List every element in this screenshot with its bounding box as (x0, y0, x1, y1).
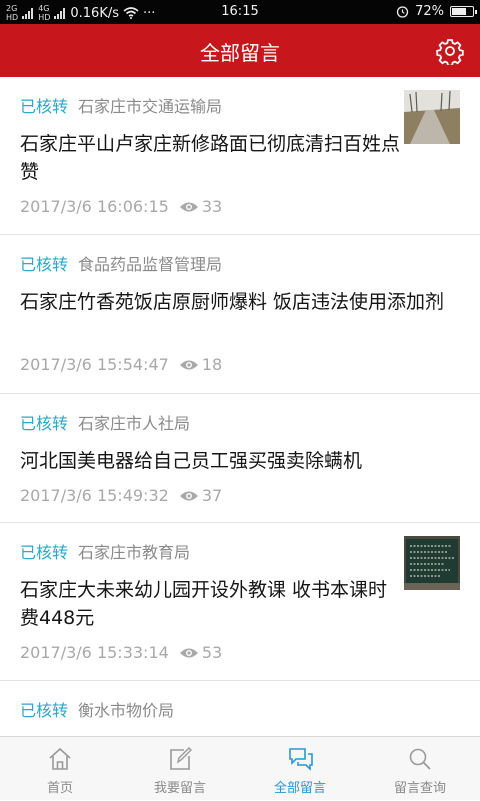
message-item[interactable]: 已核转 石家庄市交通运输局 石家庄平山卢家庄新修路面已彻底清扫百姓点赞 2017/… (0, 77, 480, 235)
message-title: 石家庄竹香苑饭店原厨师爆料 饭店违法使用添加剂 (20, 291, 445, 313)
view-count: 18 (179, 355, 222, 374)
message-footer: 2017/3/6 15:33:14 53 (20, 643, 222, 662)
message-meta: 已核转 衡水市物价局 (20, 697, 174, 721)
tab-label: 留言查询 (393, 781, 446, 796)
tab-home[interactable]: 首页 (0, 737, 120, 801)
bottom-tab-bar: 首页 我要留言 全部留言 留言查询 (0, 736, 480, 800)
home-icon (49, 747, 71, 770)
battery-icon (450, 6, 477, 17)
battery-percent: 72% (415, 4, 444, 19)
message-footer: 2017/3/6 15:54:47 18 (20, 355, 222, 374)
tab-all-messages[interactable]: 全部留言 (240, 737, 360, 801)
view-count-value: 37 (201, 486, 223, 505)
department-label: 食品药品监督管理局 (78, 255, 223, 274)
title-bar: 全部留言 (0, 24, 480, 77)
search-icon (409, 748, 431, 770)
message-time: 2017/3/6 15:33:14 (20, 643, 169, 662)
eye-icon (179, 202, 198, 211)
tab-compose[interactable]: 我要留言 (120, 737, 240, 801)
department-label: 石家庄市交通运输局 (78, 97, 223, 116)
battery-level (452, 8, 466, 15)
message-time: 2017/3/6 16:06:15 (20, 197, 169, 216)
alarm-icon (396, 6, 409, 18)
tab-label: 全部留言 (273, 781, 326, 796)
message-item[interactable]: 已核转 衡水市物价局 (0, 681, 480, 736)
status-badge: 已核转 (20, 97, 69, 116)
settings-button[interactable] (436, 37, 464, 67)
view-count: 37 (179, 486, 222, 505)
message-thumbnail (404, 536, 460, 590)
view-count: 53 (179, 643, 222, 662)
tab-label: 我要留言 (153, 781, 206, 796)
status-badge: 已核转 (20, 701, 69, 720)
eye-icon (179, 648, 198, 657)
tab-query[interactable]: 留言查询 (360, 737, 480, 801)
message-title: 河北国美电器给自己员工强买强卖除螨机 (20, 450, 363, 472)
message-thumbnail (404, 90, 460, 144)
eye-icon (179, 360, 198, 369)
status-badge: 已核转 (20, 543, 69, 562)
view-count-value: 18 (201, 355, 223, 374)
road-photo-image (404, 90, 460, 144)
message-item[interactable]: 已核转 石家庄市教育局 石家庄大未来幼儿园开设外教课 收书本课时费448元 201… (0, 523, 480, 681)
message-title: 石家庄大未来幼儿园开设外教课 收书本课时费448元 (20, 579, 388, 629)
message-footer: 2017/3/6 15:49:32 37 (20, 486, 222, 505)
status-badge: 已核转 (20, 255, 69, 274)
message-item[interactable]: 已核转 石家庄市人社局 河北国美电器给自己员工强买强卖除螨机 2017/3/6 1… (0, 394, 480, 523)
page-title: 全部留言 (200, 41, 280, 65)
view-count: 33 (179, 197, 222, 216)
message-title: 石家庄平山卢家庄新修路面已彻底清扫百姓点赞 (20, 133, 401, 183)
department-label: 石家庄市教育局 (78, 543, 191, 562)
message-footer: 2017/3/6 16:06:15 33 (20, 197, 222, 216)
message-meta: 已核转 石家庄市教育局 (20, 539, 190, 563)
tab-label: 首页 (46, 781, 73, 796)
message-meta: 已核转 食品药品监督管理局 (20, 251, 222, 275)
view-count-value: 53 (201, 643, 223, 662)
status-badge: 已核转 (20, 414, 69, 433)
message-meta: 已核转 石家庄市交通运输局 (20, 93, 222, 117)
status-bar: 2G HD 4G HD 0.16K/s ··· 16:15 72% (0, 0, 480, 24)
eye-icon (179, 491, 198, 500)
department-label: 石家庄市人社局 (78, 414, 191, 433)
chat-bubbles-icon (289, 748, 313, 771)
compose-icon (170, 747, 192, 770)
message-list[interactable]: 已核转 石家庄市交通运输局 石家庄平山卢家庄新修路面已彻底清扫百姓点赞 2017/… (0, 77, 480, 736)
department-label: 衡水市物价局 (78, 701, 175, 720)
message-time: 2017/3/6 15:49:32 (20, 486, 169, 505)
message-item[interactable]: 已核转 食品药品监督管理局 石家庄竹香苑饭店原厨师爆料 饭店违法使用添加剂 201… (0, 235, 480, 394)
view-count-value: 33 (201, 197, 223, 216)
message-meta: 已核转 石家庄市人社局 (20, 410, 190, 434)
chalkboard-photo-image (404, 536, 460, 590)
message-time: 2017/3/6 15:54:47 (20, 355, 169, 374)
gear-icon (436, 39, 464, 67)
